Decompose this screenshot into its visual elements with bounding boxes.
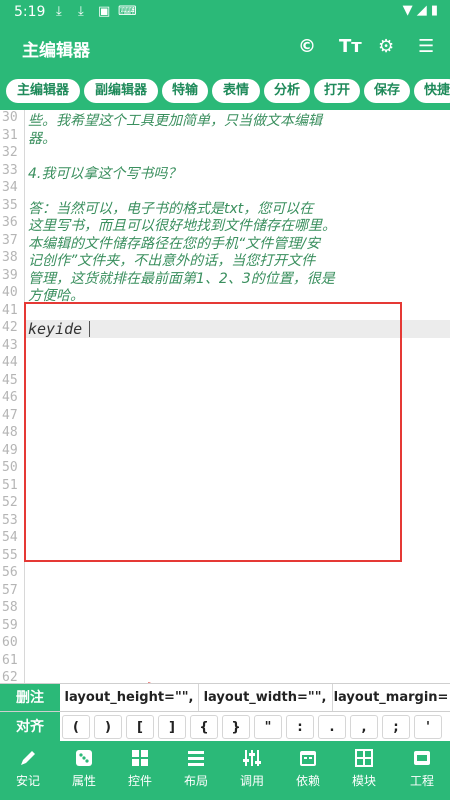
snippet-layout-width[interactable]: layout_width="", bbox=[198, 684, 333, 712]
line-number: 38 bbox=[2, 250, 18, 265]
equalizer-icon bbox=[243, 750, 261, 766]
nav-item-project[interactable]: 工程 bbox=[394, 741, 450, 800]
line-number: 41 bbox=[2, 302, 18, 318]
nav-item-modules[interactable]: 模块 bbox=[336, 741, 392, 800]
symbol-row-label[interactable]: 对齐 bbox=[0, 712, 60, 742]
download-icon: ⤓ bbox=[78, 4, 84, 19]
system-icons: ▼ ◢ ▮ bbox=[403, 3, 438, 18]
line-number: 32 bbox=[2, 145, 18, 160]
line-number: 50 bbox=[2, 460, 18, 475]
annotation-highlight-box bbox=[24, 302, 402, 562]
symbol-key[interactable]: ( bbox=[62, 715, 90, 739]
line-number: 49 bbox=[2, 442, 18, 458]
line-number: 55 bbox=[2, 547, 18, 563]
line-number: 43 bbox=[2, 337, 18, 353]
nav-item-anji[interactable]: 安记 bbox=[0, 741, 56, 800]
nav-item-attributes[interactable]: 属性 bbox=[56, 741, 112, 800]
list-icon bbox=[188, 751, 204, 766]
line-number: 39 bbox=[2, 267, 18, 283]
symbol-key[interactable]: . bbox=[318, 715, 346, 739]
symbol-key[interactable]: : bbox=[286, 715, 314, 739]
app-bar: 主编辑器 © Tт ⚙ ☰ bbox=[0, 24, 450, 72]
symbol-row: 对齐 ( ) [ ] { } " : . , ; ' bbox=[0, 711, 450, 742]
calendar-icon bbox=[300, 751, 316, 766]
status-bar: 5:19 ⤓ ⤓ ▣ ⌨ ▼ ◢ ▮ bbox=[0, 0, 450, 24]
toolbar-emoji[interactable]: 表情 bbox=[212, 79, 260, 103]
snippet-row: 删注 layout_height="", layout_width="", la… bbox=[0, 683, 450, 712]
line-number-gutter: 30 31 32 33 34 35 36 37 38 39 40 41 42 43 44 45 46 47 48 49… bbox=[0, 110, 25, 688]
grid-icon bbox=[355, 749, 373, 767]
nav-item-dependencies[interactable]: 依赖 bbox=[280, 741, 336, 800]
line-number: 54 bbox=[2, 530, 18, 545]
editor-text-line[interactable]: 些。我希望这个工具更加简单，只当做文本编辑 bbox=[28, 110, 322, 130]
bottom-navigation: 安记 属性 控件 布局 调用 依赖 模块 工程 bbox=[0, 741, 450, 800]
line-number: 40 bbox=[2, 285, 18, 300]
editor-toolbar: 主编辑器 副编辑器 特输 表情 分析 打开 保存 快捷 bbox=[0, 72, 450, 110]
editor-text-line[interactable]: 器。 bbox=[28, 128, 56, 148]
copyright-icon[interactable]: © bbox=[298, 36, 316, 57]
settings-icon[interactable]: ⚙ bbox=[378, 36, 394, 57]
battery-icon: ▮ bbox=[430, 3, 438, 18]
toolbar-open[interactable]: 打开 bbox=[314, 79, 360, 103]
symbol-key[interactable]: { bbox=[190, 715, 218, 739]
toolbar-special-input[interactable]: 特输 bbox=[162, 79, 208, 103]
line-number: 60 bbox=[2, 635, 18, 650]
text-icon: ▣ bbox=[98, 4, 111, 19]
line-number: 57 bbox=[2, 582, 18, 598]
line-number: 46 bbox=[2, 390, 18, 405]
toolbar-sub-editor[interactable]: 副编辑器 bbox=[84, 79, 158, 103]
line-number: 44 bbox=[2, 355, 18, 370]
line-number: 35 bbox=[2, 197, 18, 213]
symbol-key[interactable]: } bbox=[222, 715, 250, 739]
symbol-key[interactable]: , bbox=[350, 715, 378, 739]
line-number: 59 bbox=[2, 617, 18, 633]
line-number: 30 bbox=[2, 110, 18, 125]
toolbar-shortcuts[interactable]: 快捷 bbox=[414, 79, 450, 103]
widgets-icon bbox=[132, 750, 148, 766]
status-time: 5:19 bbox=[14, 4, 46, 20]
signal-icon: ◢ bbox=[416, 3, 427, 18]
symbol-key[interactable]: " bbox=[254, 715, 282, 739]
line-number: 53 bbox=[2, 512, 18, 528]
editor-text-line[interactable]: 4.我可以拿这个写书吗？ bbox=[28, 163, 181, 183]
line-number: 48 bbox=[2, 425, 18, 440]
line-number: 56 bbox=[2, 565, 18, 580]
snippet-layout-height[interactable]: layout_height="", bbox=[60, 684, 199, 712]
toolbar-analyze[interactable]: 分析 bbox=[264, 79, 310, 103]
pen-icon bbox=[21, 751, 35, 765]
nav-item-widgets[interactable]: 控件 bbox=[112, 741, 168, 800]
line-number: 58 bbox=[2, 600, 18, 615]
wifi-icon: ▼ bbox=[402, 3, 413, 18]
line-number: 51 bbox=[2, 477, 18, 493]
dice-icon bbox=[76, 750, 92, 766]
snippet-layout-margin[interactable]: layout_margin= bbox=[332, 684, 450, 712]
symbol-key[interactable]: ; bbox=[382, 715, 410, 739]
line-number: 34 bbox=[2, 180, 18, 195]
nav-item-invoke[interactable]: 调用 bbox=[224, 741, 280, 800]
line-number: 42 bbox=[2, 320, 18, 335]
line-number: 33 bbox=[2, 162, 18, 178]
line-number: 45 bbox=[2, 372, 18, 388]
font-size-icon[interactable]: Tт bbox=[339, 36, 362, 57]
toolbar-save[interactable]: 保存 bbox=[364, 79, 410, 103]
symbol-key[interactable]: ] bbox=[158, 715, 186, 739]
line-number: 31 bbox=[2, 127, 18, 143]
more-icon[interactable]: ☰ bbox=[418, 36, 434, 57]
download-icon: ⤓ bbox=[56, 4, 62, 19]
line-number: 36 bbox=[2, 215, 18, 230]
project-icon bbox=[414, 751, 430, 765]
line-number: 61 bbox=[2, 652, 18, 668]
line-number: 47 bbox=[2, 407, 18, 423]
toolbar-main-editor[interactable]: 主编辑器 bbox=[6, 79, 80, 103]
symbol-key[interactable]: [ bbox=[126, 715, 154, 739]
snippet-row-label[interactable]: 删注 bbox=[0, 684, 60, 712]
line-number: 37 bbox=[2, 232, 18, 248]
page-title: 主编辑器 bbox=[22, 41, 90, 61]
symbol-key[interactable]: ' bbox=[414, 715, 442, 739]
keyboard-icon: ⌨ bbox=[118, 4, 137, 19]
symbol-key[interactable]: ) bbox=[94, 715, 122, 739]
nav-item-layout[interactable]: 布局 bbox=[168, 741, 224, 800]
code-editor[interactable]: 30 31 32 33 34 35 36 37 38 39 40 41 42 43 44 45 46 47 48 49… bbox=[0, 110, 450, 688]
line-number: 52 bbox=[2, 495, 18, 510]
